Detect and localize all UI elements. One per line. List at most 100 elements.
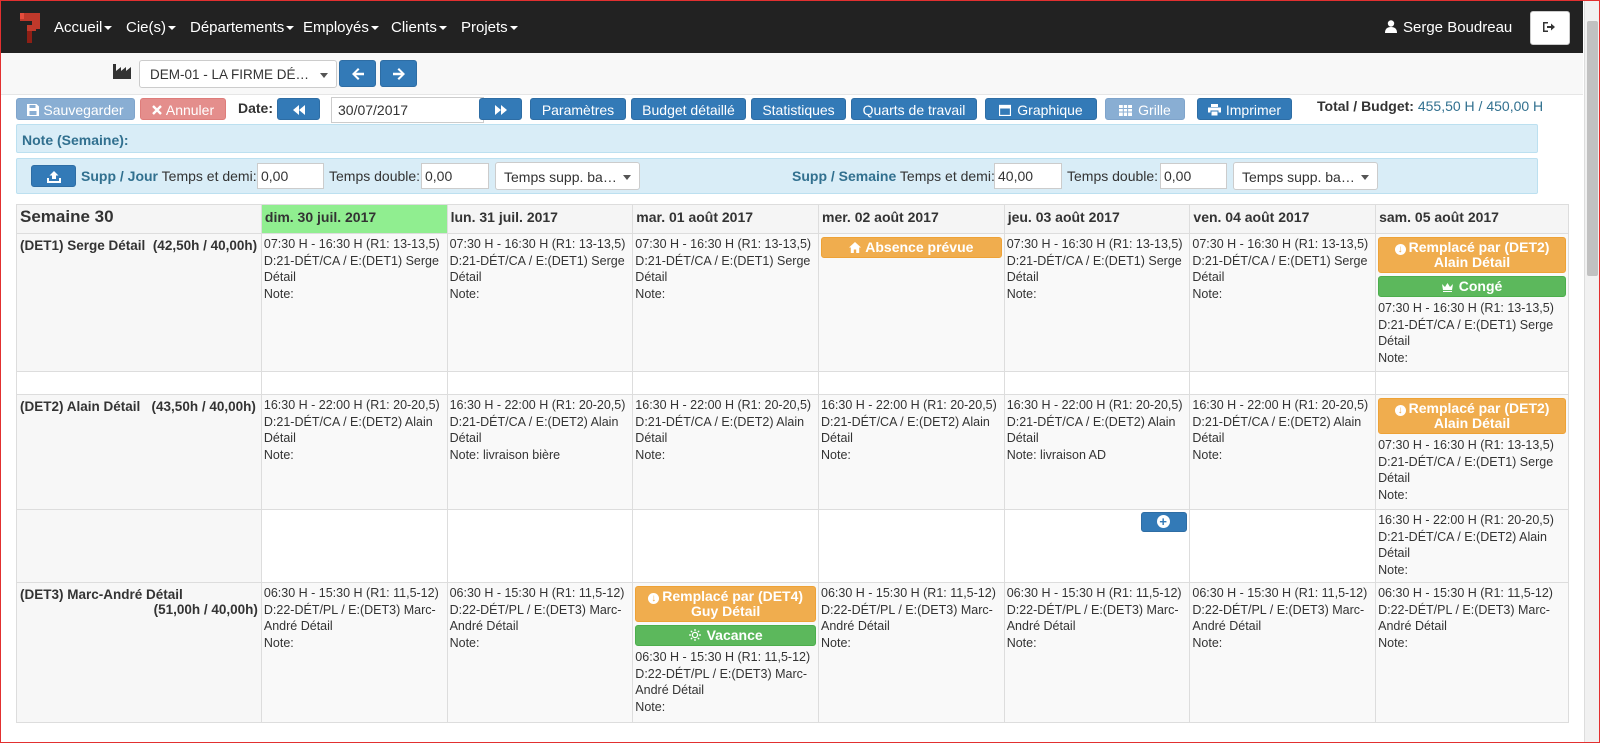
week-header: Semaine 30 <box>16 204 262 234</box>
shift-cell[interactable]: 16:30 H - 22:00 H (R1: 20-20,5) D:21-DÉT/… <box>632 394 819 510</box>
shift-cell[interactable]: 07:30 H - 16:30 H (R1: 13-13,5) D:21-DÉT/… <box>1003 233 1191 372</box>
vertical-scrollbar[interactable] <box>1584 1 1599 742</box>
shift-cell[interactable]: 16:30 H - 22:00 H (R1: 20-20,5) D:21-DÉT/… <box>260 394 448 510</box>
day-header[interactable]: sam. 05 août 2017 <box>1375 204 1569 234</box>
prev-department-button[interactable] <box>339 60 376 87</box>
replaced-badge[interactable]: ↓ Remplacé par (DET4) Guy Détail <box>635 586 816 622</box>
overtime-week-title-sep: / <box>830 168 835 184</box>
calendar-icon <box>999 104 1012 117</box>
shift-dept: D:21-DÉT/CA / E:(DET1) Serge Détail <box>635 253 811 285</box>
replaced-badge-label: Remplacé par (DET2) Alain Détail <box>1408 239 1550 270</box>
shift-cell[interactable]: 16:30 H - 22:00 H (R1: 20-20,5) D:21-DÉT/… <box>446 394 634 510</box>
statistiques-button[interactable]: Statistiques <box>751 98 846 120</box>
shift-cell[interactable]: 16:30 H - 22:00 H (R1: 20-20,5) D:21-DÉT/… <box>818 394 1005 510</box>
date-input-value: 30/07/2017 <box>338 102 409 118</box>
user-menu[interactable]: Serge Boudreau <box>1385 19 1512 36</box>
shift-cell[interactable]: 06:30 H - 15:30 H (R1: 11,5-12) D:22-DÉT/… <box>1189 582 1377 723</box>
shift-cell[interactable]: ↓ Remplacé par (DET2) Alain Détail 07:30 … <box>1375 394 1569 510</box>
nav-accueil-label: Accueil <box>54 19 103 36</box>
save-button[interactable]: Sauvegarder <box>16 98 135 120</box>
employee-cell[interactable]: (DET3) Marc-André Détail (51,00h / 40,00… <box>16 582 262 723</box>
grille-button[interactable]: Grille <box>1105 98 1185 120</box>
nav-cies[interactable]: Cie(s) <box>126 19 176 36</box>
parametres-button[interactable]: Paramètres <box>530 98 626 120</box>
shift-cell[interactable]: 07:30 H - 16:30 H (R1: 13-13,5) D:21-DÉT/… <box>632 233 819 372</box>
shift-dept: D:21-DÉT/CA / E:(DET1) Serge Détail <box>449 253 625 285</box>
print-button[interactable]: Imprimer <box>1197 98 1292 120</box>
caret-down-icon <box>509 26 518 31</box>
employee-row: (DET2) Alain Détail (43,50h / 40,00h) 16… <box>16 394 1569 510</box>
nav-employes[interactable]: Employés <box>303 19 379 36</box>
week-overtime-select[interactable]: Temps supp. ba… <box>1233 162 1378 190</box>
shift-cell[interactable]: + <box>1003 509 1191 583</box>
next-week-button[interactable] <box>479 98 522 120</box>
shift-cell[interactable] <box>818 509 1005 583</box>
week-time-half-input[interactable]: 40,00 <box>994 163 1062 189</box>
day-header[interactable]: lun. 31 juil. 2017 <box>446 204 634 234</box>
shift-cell[interactable]: 16:30 H - 22:00 H (R1: 20-20,5) D:21-DÉT/… <box>1375 509 1569 583</box>
shift-time: 06:30 H - 15:30 H (R1: 11,5-12) <box>449 586 625 600</box>
week-note-panel[interactable]: Note (Semaine): <box>16 124 1538 153</box>
week-double-value: 0,00 <box>1164 168 1192 184</box>
shift-cell[interactable]: 06:30 H - 15:30 H (R1: 11,5-12) D:22-DÉT/… <box>1003 582 1191 723</box>
vacance-badge-label: Vacance <box>706 627 763 643</box>
shift-cell[interactable]: ↓ Remplacé par (DET4) Guy Détail Vacance … <box>632 582 819 723</box>
shift-cell[interactable] <box>446 509 634 583</box>
add-shift-button[interactable]: + <box>1140 512 1187 532</box>
conge-badge[interactable]: Congé <box>1378 276 1566 297</box>
shift-cell[interactable]: 06:30 H - 15:30 H (R1: 11,5-12) D:22-DÉT/… <box>260 582 448 723</box>
absence-badge[interactable]: Absence prévue <box>821 237 1002 258</box>
upload-button[interactable] <box>31 165 76 187</box>
nav-projets[interactable]: Projets <box>461 19 518 36</box>
replaced-badge[interactable]: ↓ Remplacé par (DET2) Alain Détail <box>1378 237 1566 273</box>
shift-cell[interactable]: 07:30 H - 16:30 H (R1: 13-13,5) D:21-DÉT/… <box>1189 233 1377 372</box>
nav-departements-label: Départements <box>190 19 285 36</box>
department-select[interactable]: DEM-01 - LA FIRME DÉ… <box>139 60 337 88</box>
shift-cell[interactable] <box>1189 509 1377 583</box>
date-input[interactable]: 30/07/2017 <box>331 97 484 123</box>
quarts-de-travail-button[interactable]: Quarts de travail <box>851 98 977 120</box>
nav-accueil[interactable]: Accueil <box>54 19 113 36</box>
chevron-down-icon <box>320 73 328 78</box>
scrollbar-thumb[interactable] <box>1587 21 1598 276</box>
shift-block: 06:30 H - 15:30 H (R1: 11,5-12) D:22-DÉT/… <box>1192 585 1373 651</box>
next-department-button[interactable] <box>380 60 417 87</box>
cancel-button[interactable]: Annuler <box>140 98 226 120</box>
shift-cell[interactable]: 06:30 H - 15:30 H (R1: 11,5-12) D:22-DÉT/… <box>1375 582 1569 723</box>
logout-button[interactable] <box>1530 11 1570 45</box>
day-header[interactable]: jeu. 03 août 2017 <box>1003 204 1191 234</box>
shift-cell[interactable] <box>260 509 448 583</box>
employee-cell[interactable]: (DET2) Alain Détail (43,50h / 40,00h) <box>16 394 262 510</box>
week-double-input[interactable]: 0,00 <box>1160 163 1227 189</box>
spacer-cell <box>1003 371 1191 395</box>
employee-row-extra: + 16:30 H - 22:00 H (R1: 20-20,5) D:21-DÉ… <box>16 509 1569 583</box>
vacance-badge[interactable]: Vacance <box>635 625 816 646</box>
shift-cell[interactable]: 16:30 H - 22:00 H (R1: 20-20,5) D:21-DÉT/… <box>1189 394 1377 510</box>
day-header[interactable]: ven. 04 août 2017 <box>1189 204 1377 234</box>
graphique-button[interactable]: Graphique <box>985 98 1097 120</box>
shift-cell[interactable] <box>632 509 819 583</box>
employee-cell[interactable]: (DET1) Serge Détail (42,50h / 40,00h) <box>16 233 262 372</box>
shift-cell[interactable]: 06:30 H - 15:30 H (R1: 11,5-12) D:22-DÉT/… <box>818 582 1005 723</box>
nav-clients[interactable]: Clients <box>391 19 447 36</box>
shift-dept: D:21-DÉT/CA / E:(DET2) Alain Détail <box>1192 414 1362 446</box>
shift-cell[interactable]: Absence prévue <box>818 233 1005 372</box>
day-header[interactable]: mer. 02 août 2017 <box>818 204 1005 234</box>
nav-departements[interactable]: Départements <box>190 19 295 36</box>
budget-detaille-button[interactable]: Budget détaillé <box>631 98 746 120</box>
app-logo-icon[interactable] <box>17 11 43 45</box>
week-time-half-value: 40,00 <box>998 168 1034 184</box>
day-time-half-input[interactable]: 0,00 <box>257 163 324 189</box>
replaced-badge[interactable]: ↓ Remplacé par (DET2) Alain Détail <box>1378 398 1566 434</box>
shift-cell[interactable]: 06:30 H - 15:30 H (R1: 11,5-12) D:22-DÉT/… <box>446 582 634 723</box>
day-header[interactable]: dim. 30 juil. 2017 <box>260 204 448 234</box>
day-overtime-select[interactable]: Temps supp. ba… <box>495 162 640 190</box>
shift-cell[interactable]: 07:30 H - 16:30 H (R1: 13-13,5) D:21-DÉT/… <box>260 233 448 372</box>
shift-cell[interactable]: 07:30 H - 16:30 H (R1: 13-13,5) D:21-DÉT/… <box>446 233 634 372</box>
shift-cell[interactable]: 16:30 H - 22:00 H (R1: 20-20,5) D:21-DÉT/… <box>1003 394 1191 510</box>
day-double-input[interactable]: 0,00 <box>421 163 489 189</box>
shift-cell[interactable]: ↓ Remplacé par (DET2) Alain Détail Congé … <box>1375 233 1569 372</box>
prev-week-button[interactable] <box>277 98 320 120</box>
day-header[interactable]: mar. 01 août 2017 <box>632 204 819 234</box>
employee-hours: (42,50h / 40,00h) <box>152 238 258 253</box>
